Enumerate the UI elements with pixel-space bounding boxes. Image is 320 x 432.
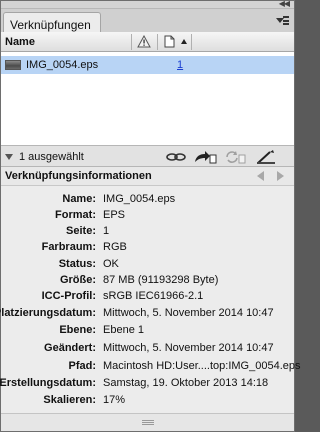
page-icon[interactable] — [164, 35, 175, 48]
info-label: ICC-Profil: — [41, 290, 96, 302]
info-label: Pfad: — [68, 360, 97, 372]
collapse-panel-icon[interactable]: ◀◀ — [279, 0, 290, 8]
info-value: Ebene 1 — [103, 324, 144, 336]
column-divider — [131, 34, 132, 50]
info-label: Erstellungsdatum: — [0, 377, 96, 389]
info-value: OK — [103, 258, 119, 270]
info-label: Platzierungsdatum: — [0, 307, 96, 319]
info-row: Format: EPS — [1, 209, 294, 225]
info-row: Seite: 1 — [1, 225, 294, 241]
info-row: Geändert: Mittwoch, 5. November 2014 10:… — [1, 342, 294, 358]
column-divider — [191, 34, 192, 50]
info-value: RGB — [103, 241, 127, 253]
info-row: Pfad: Macintosh HD:User....top:IMG_0054.… — [1, 360, 301, 376]
links-list: IMG_0054.eps 1 — [1, 52, 294, 145]
panel-title-strip: ◀◀ — [1, 0, 294, 9]
image-thumbnail-icon — [5, 60, 21, 70]
info-label: Farbraum: — [41, 241, 96, 253]
status-bar: 1 ausgewählt — [1, 145, 294, 167]
info-row: Skalieren: 17% — [1, 394, 294, 410]
edit-original-icon[interactable] — [255, 149, 277, 165]
previous-link-icon[interactable] — [257, 171, 264, 181]
info-value: Macintosh HD:User....top:IMG_0054.eps — [103, 360, 301, 372]
info-label: Seite: — [66, 225, 96, 237]
info-value: 1 — [103, 225, 110, 237]
info-row: Erstellungsdatum: Samstag, 19. Oktober 2… — [0, 377, 294, 393]
relink-icon[interactable] — [165, 149, 187, 165]
goto-link-icon[interactable] — [193, 149, 217, 165]
selection-count: 1 ausgewählt — [19, 151, 84, 163]
sort-ascending-icon[interactable] — [181, 39, 187, 44]
info-row: Status: OK — [1, 258, 294, 274]
column-divider — [157, 34, 158, 50]
info-value: Mittwoch, 5. November 2014 10:47 — [103, 307, 274, 319]
info-label: Geändert: — [44, 342, 96, 354]
link-page-number[interactable]: 1 — [177, 59, 183, 71]
info-value: IMG_0054.eps — [103, 193, 176, 205]
link-name: IMG_0054.eps — [26, 59, 99, 71]
info-label: Format: — [55, 209, 96, 221]
info-value: EPS — [103, 209, 126, 221]
info-section-header: Verknüpfungsinformationen — [1, 167, 294, 186]
panel-menu-icon[interactable] — [274, 15, 290, 29]
info-label: Größe: — [59, 274, 96, 286]
next-link-icon[interactable] — [277, 171, 284, 181]
info-row: Ebene: Ebene 1 — [1, 324, 294, 340]
toggle-info-icon[interactable] — [5, 154, 13, 160]
info-row: ICC-Profil: sRGB IEC61966-2.1 — [1, 290, 294, 306]
info-row: Platzierungsdatum: Mittwoch, 5. November… — [0, 307, 294, 323]
info-label: Name: — [62, 193, 96, 205]
links-panel: ◀◀ Verknüpfungen Name IMG_0054.eps 1 1 a… — [0, 0, 301, 432]
info-value: 87 MB (91193298 Byte) — [103, 274, 219, 286]
info-value: sRGB IEC61966-2.1 — [103, 290, 204, 302]
info-row: Farbraum: RGB — [1, 241, 294, 257]
grip-icon — [142, 420, 154, 425]
info-row: Name: IMG_0054.eps — [1, 193, 294, 209]
resize-grip[interactable] — [1, 413, 294, 431]
info-list: Name: IMG_0054.eps Format: EPS Seite: 1 … — [0, 186, 301, 413]
info-value: Mittwoch, 5. November 2014 10:47 — [103, 342, 274, 354]
warning-triangle-icon[interactable] — [137, 35, 151, 48]
link-row[interactable]: IMG_0054.eps 1 — [1, 56, 294, 74]
column-name-header[interactable]: Name — [5, 36, 35, 48]
update-link-icon[interactable] — [223, 149, 247, 165]
column-header: Name — [1, 32, 294, 52]
info-label: Status: — [58, 258, 96, 270]
info-label: Ebene: — [59, 324, 96, 336]
info-value: Samstag, 19. Oktober 2013 14:18 — [103, 377, 269, 389]
info-section-title: Verknüpfungsinformationen — [5, 170, 152, 182]
info-row: Größe: 87 MB (91193298 Byte) — [1, 274, 294, 290]
info-value: 17% — [103, 394, 126, 406]
info-label: Skalieren: — [43, 394, 96, 406]
